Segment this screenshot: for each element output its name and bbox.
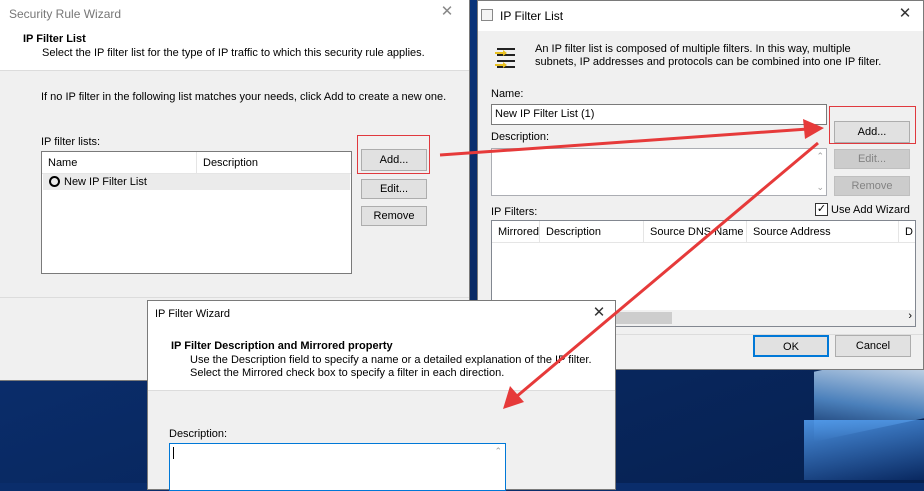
desktop-light-glow xyxy=(804,420,924,480)
close-icon[interactable]: ✕ xyxy=(433,2,461,24)
page-heading: IP Filter Description and Mirrored prope… xyxy=(171,340,393,352)
scroll-up-icon[interactable]: ⌃ xyxy=(494,446,502,457)
title-bar: IP Filter Wizard ✕ xyxy=(148,301,615,329)
description-input[interactable]: ⌃ xyxy=(169,443,506,491)
table-header: Name Description xyxy=(42,152,351,174)
checkbox-checked-icon[interactable]: ✓ xyxy=(815,203,828,216)
scrollbar-thumb[interactable] xyxy=(612,312,672,324)
remove-button[interactable]: Remove xyxy=(361,206,427,226)
scroll-right-icon[interactable]: › xyxy=(908,310,912,322)
wizard-header: IP Filter List Select the IP filter list… xyxy=(0,29,469,71)
column-header-name[interactable]: Name xyxy=(42,152,197,174)
page-heading: IP Filter List xyxy=(23,33,86,45)
title-bar: Security Rule Wizard ✕ xyxy=(0,0,469,29)
row-name: New IP Filter List xyxy=(64,176,147,188)
ip-filter-wizard-window: IP Filter Wizard ✕ IP Filter Description… xyxy=(147,300,616,491)
edit-filter-button[interactable]: Edit... xyxy=(834,149,910,169)
instruction-text: If no IP filter in the following list ma… xyxy=(41,91,447,103)
window-icon xyxy=(481,9,493,21)
description-label: Description: xyxy=(491,131,550,143)
column-header-mirrored[interactable]: Mirrored xyxy=(492,221,540,243)
use-add-wizard-label: Use Add Wizard xyxy=(831,204,910,216)
window-title: IP Filter Wizard xyxy=(155,308,230,320)
info-text: An IP filter list is composed of multipl… xyxy=(535,43,882,68)
page-subheading: Select the IP filter list for the type o… xyxy=(42,47,425,59)
column-header-d[interactable]: D xyxy=(899,221,915,243)
table-row[interactable]: New IP Filter List xyxy=(43,174,350,190)
radio-button-icon[interactable] xyxy=(49,176,60,187)
close-icon[interactable]: ✕ xyxy=(891,4,919,26)
column-header-description[interactable]: Description xyxy=(540,221,644,243)
ok-button[interactable]: OK xyxy=(753,335,829,357)
highlight-frame-add xyxy=(357,135,430,174)
divider xyxy=(0,297,469,298)
title-bar: IP Filter List ✕ xyxy=(478,1,923,31)
name-value: New IP Filter List (1) xyxy=(495,108,595,120)
wizard-header: IP Filter Description and Mirrored prope… xyxy=(148,329,615,391)
filter-list-icon xyxy=(495,48,515,68)
name-label: Name: xyxy=(491,88,524,100)
text-cursor xyxy=(173,447,174,459)
cancel-button[interactable]: Cancel xyxy=(835,335,911,357)
column-header-source-address[interactable]: Source Address xyxy=(747,221,899,243)
highlight-frame-add-filter xyxy=(829,106,916,144)
filter-lists-table[interactable]: Name Description New IP Filter List xyxy=(41,151,352,274)
filters-label: IP Filters: xyxy=(491,206,538,218)
name-field[interactable]: New IP Filter List (1) xyxy=(491,104,827,125)
scroll-down-icon[interactable]: ⌄ xyxy=(816,182,824,193)
remove-filter-button[interactable]: Remove xyxy=(834,176,910,196)
scroll-up-icon[interactable]: ⌃ xyxy=(816,151,824,162)
window-title: Security Rule Wizard xyxy=(9,7,122,21)
page-subtext-line2: Select the Mirrored check box to specify… xyxy=(190,367,505,379)
edit-button[interactable]: Edit... xyxy=(361,179,427,199)
filter-lists-label: IP filter lists: xyxy=(41,136,101,148)
description-label: Description: xyxy=(169,428,228,440)
close-icon[interactable]: ✕ xyxy=(585,303,613,325)
column-header-source-dns[interactable]: Source DNS Name xyxy=(644,221,747,243)
page-subtext-line1: Use the Description field to specify a n… xyxy=(190,354,592,366)
window-title: IP Filter List xyxy=(500,9,564,23)
table-header: Mirrored Description Source DNS Name Sou… xyxy=(492,221,915,243)
column-header-description[interactable]: Description xyxy=(197,152,351,174)
description-field[interactable]: ⌃ ⌄ xyxy=(491,148,827,196)
